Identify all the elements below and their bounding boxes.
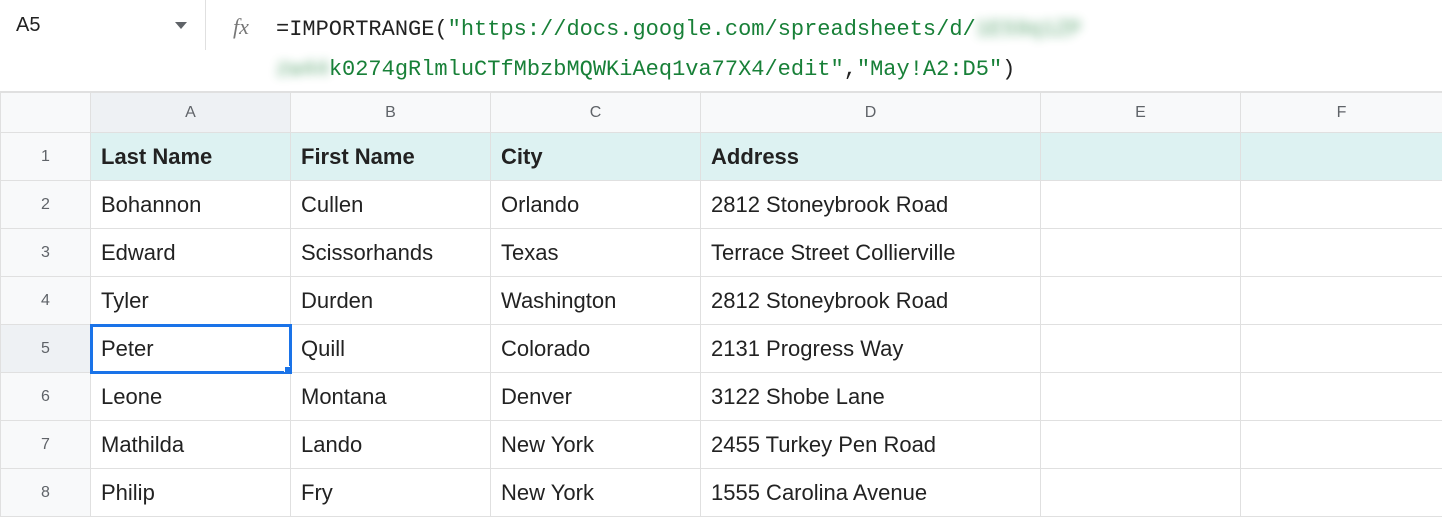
cell-f3[interactable] <box>1241 229 1442 277</box>
cell-a1[interactable]: Last Name <box>91 133 291 181</box>
formula-range: May!A2:D5 <box>870 57 989 82</box>
formula-close: ) <box>1002 57 1015 82</box>
row-header[interactable]: 7 <box>1 421 91 469</box>
cell-f1[interactable] <box>1241 133 1442 181</box>
formula-comma: , <box>844 57 857 82</box>
cell-b4[interactable]: Durden <box>291 277 491 325</box>
cell-e8[interactable] <box>1041 469 1241 517</box>
cell-d2[interactable]: 2812 Stoneybrook Road <box>701 181 1041 229</box>
name-box[interactable]: A5 <box>12 14 175 37</box>
row-header[interactable]: 6 <box>1 373 91 421</box>
cell-a3[interactable]: Edward <box>91 229 291 277</box>
formula-q1: " <box>448 17 461 42</box>
row-header[interactable]: 4 <box>1 277 91 325</box>
formula-q4: " <box>989 57 1002 82</box>
formula-url-suffix: k0274gRlmluCTfMbzbMQWKiAeq1va77X4/edit <box>329 57 831 82</box>
cell-c8[interactable]: New York <box>491 469 701 517</box>
spreadsheet-grid[interactable]: A B C D E F 1 Last Name First Name City … <box>0 92 1442 517</box>
formula-url-prefix: https://docs.google.com/spreadsheets/d/ <box>461 17 976 42</box>
formula-q3: " <box>857 57 870 82</box>
table-row: 5 Peter Quill Colorado 2131 Progress Way <box>1 325 1442 373</box>
cell-f4[interactable] <box>1241 277 1442 325</box>
col-header-e[interactable]: E <box>1041 93 1241 133</box>
cell-c4[interactable]: Washington <box>491 277 701 325</box>
cell-c5[interactable]: Colorado <box>491 325 701 373</box>
row-header[interactable]: 8 <box>1 469 91 517</box>
formula-q2: " <box>831 57 844 82</box>
formula-input[interactable]: =IMPORTRANGE("https://docs.google.com/sp… <box>276 10 1101 90</box>
cell-c7[interactable]: New York <box>491 421 701 469</box>
chevron-down-icon[interactable] <box>175 22 187 29</box>
cell-a4[interactable]: Tyler <box>91 277 291 325</box>
cell-e4[interactable] <box>1041 277 1241 325</box>
cell-e6[interactable] <box>1041 373 1241 421</box>
formula-blur1: 1E59q1ZP <box>976 17 1082 42</box>
cell-f2[interactable] <box>1241 181 1442 229</box>
cell-a6[interactable]: Leone <box>91 373 291 421</box>
cell-d3[interactable]: Terrace Street Collierville <box>701 229 1041 277</box>
formula-eq: = <box>276 17 289 42</box>
cell-d5[interactable]: 2131 Progress Way <box>701 325 1041 373</box>
row-header[interactable]: 2 <box>1 181 91 229</box>
cell-b1[interactable]: First Name <box>291 133 491 181</box>
cell-c1[interactable]: City <box>491 133 701 181</box>
cell-e1[interactable] <box>1041 133 1241 181</box>
cell-e5[interactable] <box>1041 325 1241 373</box>
row-header[interactable]: 5 <box>1 325 91 373</box>
cell-b7[interactable]: Lando <box>291 421 491 469</box>
cell-f7[interactable] <box>1241 421 1442 469</box>
cell-c2[interactable]: Orlando <box>491 181 701 229</box>
cell-b8[interactable]: Fry <box>291 469 491 517</box>
cell-d8[interactable]: 1555 Carolina Avenue <box>701 469 1041 517</box>
formula-blur2: zw44 <box>276 57 329 82</box>
col-header-b[interactable]: B <box>291 93 491 133</box>
cell-e2[interactable] <box>1041 181 1241 229</box>
cell-f5[interactable] <box>1241 325 1442 373</box>
cell-a5[interactable]: Peter <box>91 325 291 373</box>
cell-e7[interactable] <box>1041 421 1241 469</box>
cell-d6[interactable]: 3122 Shobe Lane <box>701 373 1041 421</box>
col-header-d[interactable]: D <box>701 93 1041 133</box>
cell-c3[interactable]: Texas <box>491 229 701 277</box>
cell-d4[interactable]: 2812 Stoneybrook Road <box>701 277 1041 325</box>
cell-f6[interactable] <box>1241 373 1442 421</box>
formula-input-wrap[interactable]: fx =IMPORTRANGE("https://docs.google.com… <box>206 0 1442 91</box>
table-row: 2 Bohannon Cullen Orlando 2812 Stoneybro… <box>1 181 1442 229</box>
formula-bar: A5 fx =IMPORTRANGE("https://docs.google.… <box>0 0 1442 92</box>
col-header-a[interactable]: A <box>91 93 291 133</box>
table-row: 1 Last Name First Name City Address <box>1 133 1442 181</box>
table-row: 8 Philip Fry New York 1555 Carolina Aven… <box>1 469 1442 517</box>
cell-f8[interactable] <box>1241 469 1442 517</box>
table-row: 6 Leone Montana Denver 3122 Shobe Lane <box>1 373 1442 421</box>
cell-b6[interactable]: Montana <box>291 373 491 421</box>
name-box-wrap[interactable]: A5 <box>0 0 206 50</box>
fx-icon: fx <box>206 10 276 40</box>
row-header[interactable]: 1 <box>1 133 91 181</box>
table-row: 3 Edward Scissorhands Texas Terrace Stre… <box>1 229 1442 277</box>
cell-c6[interactable]: Denver <box>491 373 701 421</box>
select-all-corner[interactable] <box>1 93 91 133</box>
cell-e3[interactable] <box>1041 229 1241 277</box>
cell-d7[interactable]: 2455 Turkey Pen Road <box>701 421 1041 469</box>
row-header[interactable]: 3 <box>1 229 91 277</box>
formula-open: ( <box>434 17 447 42</box>
cell-d1[interactable]: Address <box>701 133 1041 181</box>
table-row: 7 Mathilda Lando New York 2455 Turkey Pe… <box>1 421 1442 469</box>
cell-b5[interactable]: Quill <box>291 325 491 373</box>
table-row: 4 Tyler Durden Washington 2812 Stoneybro… <box>1 277 1442 325</box>
cell-b3[interactable]: Scissorhands <box>291 229 491 277</box>
cell-b2[interactable]: Cullen <box>291 181 491 229</box>
cell-a8[interactable]: Philip <box>91 469 291 517</box>
cell-a7[interactable]: Mathilda <box>91 421 291 469</box>
col-header-f[interactable]: F <box>1241 93 1442 133</box>
cell-a2[interactable]: Bohannon <box>91 181 291 229</box>
formula-func: IMPORTRANGE <box>289 17 434 42</box>
col-header-c[interactable]: C <box>491 93 701 133</box>
